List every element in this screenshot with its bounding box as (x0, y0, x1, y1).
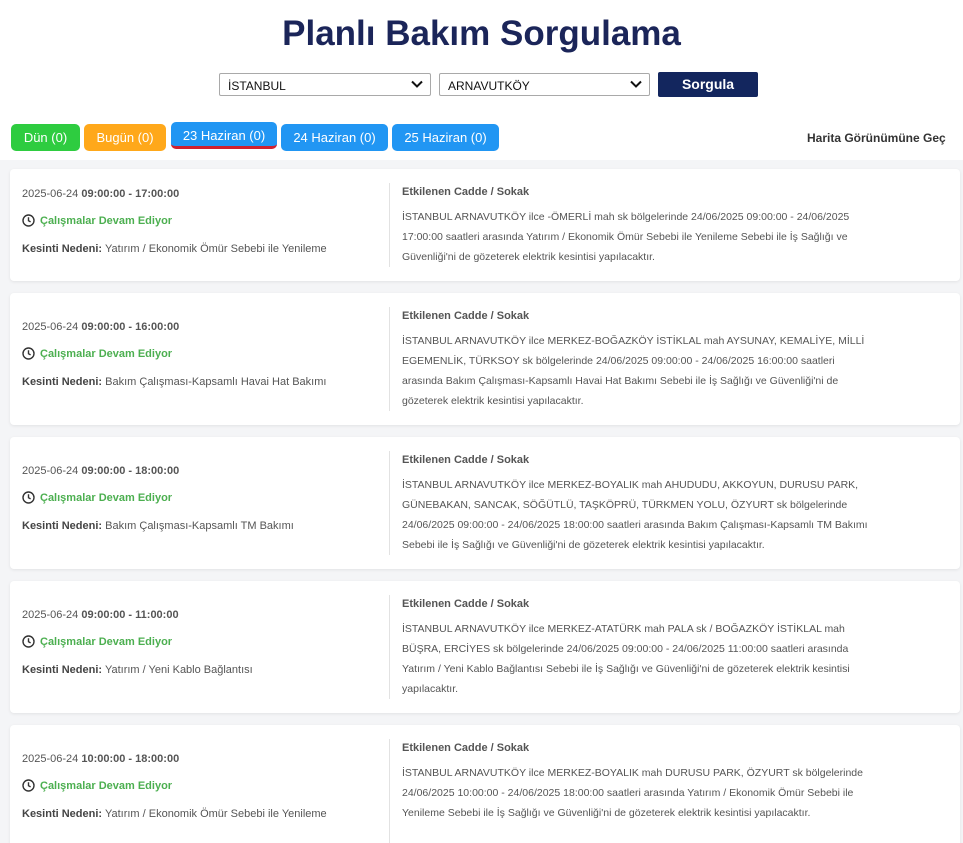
outage-datetime: 2025-06-24 09:00:00 - 18:00:00 (22, 465, 179, 477)
tab-today[interactable]: Bugün (0) (84, 124, 166, 151)
outage-time: 10:00:00 - 18:00:00 (81, 753, 180, 765)
affected-streets-title: Etkilenen Cadde / Sokak (402, 742, 530, 754)
reason-value: Yatırım / Ekonomik Ömür Sebebi ile Yenil… (104, 243, 327, 255)
reason-value: Bakım Çalışması-Kapsamlı Havai Hat Bakım… (105, 376, 327, 388)
reason-value: Yatırım / Ekonomik Ömür Sebebi ile Yenil… (104, 808, 327, 820)
page-title: Planlı Bakım Sorgulama (282, 14, 681, 53)
status-text: Çalışmalar Devam Ediyor (40, 347, 173, 360)
clock-icon (22, 214, 35, 227)
outage-datetime: 2025-06-24 09:00:00 - 17:00:00 (22, 188, 179, 200)
chevron-down-icon (411, 80, 423, 88)
outage-card: 2025-06-24 09:00:00 - 16:00:00 Çalışmala… (10, 293, 960, 425)
status-badge: Çalışmalar Devam Ediyor (22, 491, 172, 504)
card-divider (389, 451, 390, 555)
outage-time: 09:00:00 - 18:00:00 (81, 465, 180, 477)
outage-description: İSTANBUL ARNAVUTKÖY ilce MERKEZ-BOYALIK … (402, 479, 868, 551)
reason-label: Kesinti Nedeni: (22, 376, 103, 388)
reason-value: Yatırım / Yeni Kablo Bağlantısı (104, 664, 253, 676)
clock-icon (22, 779, 35, 792)
outage-time: 09:00:00 - 16:00:00 (81, 321, 180, 333)
outage-reason: Kesinti Nedeni: Yatırım / Ekonomik Ömür … (22, 243, 327, 255)
chevron-down-icon (630, 80, 642, 88)
clock-icon (22, 347, 35, 360)
status-text: Çalışmalar Devam Ediyor (40, 779, 173, 792)
outage-description: İSTANBUL ARNAVUTKÖY ilce MERKEZ-ATATÜRK … (402, 623, 850, 695)
status-text: Çalışmalar Devam Ediyor (40, 491, 173, 504)
city-select-value: İSTANBUL (228, 79, 286, 93)
tab-25-june[interactable]: 25 Haziran (0) (392, 124, 499, 151)
map-view-link[interactable]: Harita Görünümüne Geç (807, 131, 946, 145)
outage-date: 2025-06-24 (22, 465, 79, 477)
reason-label: Kesinti Nedeni: (22, 664, 103, 676)
outage-time: 09:00:00 - 17:00:00 (81, 188, 180, 200)
outage-date: 2025-06-24 (22, 753, 79, 765)
reason-value: Bakım Çalışması-Kapsamlı TM Bakımı (105, 520, 294, 532)
card-divider (389, 307, 390, 411)
outage-time: 09:00:00 - 11:00:00 (81, 609, 179, 621)
outage-description: İSTANBUL ARNAVUTKÖY ilce MERKEZ-BOYALIK … (402, 767, 863, 819)
card-divider (389, 595, 390, 699)
outage-description: İSTANBUL ARNAVUTKÖY ilce -ÖMERLİ mah sk … (402, 211, 850, 263)
affected-streets-title: Etkilenen Cadde / Sokak (402, 598, 530, 610)
status-badge: Çalışmalar Devam Ediyor (22, 779, 172, 792)
outage-date: 2025-06-24 (22, 188, 79, 200)
status-text: Çalışmalar Devam Ediyor (40, 635, 173, 648)
outage-reason: Kesinti Nedeni: Bakım Çalışması-Kapsamlı… (22, 376, 326, 388)
district-select[interactable]: ARNAVUTKÖY (439, 73, 650, 96)
affected-streets-title: Etkilenen Cadde / Sokak (402, 310, 530, 322)
status-badge: Çalışmalar Devam Ediyor (22, 347, 172, 360)
tab-23-june[interactable]: 23 Haziran (0) (171, 122, 277, 149)
outage-datetime: 2025-06-24 09:00:00 - 11:00:00 (22, 609, 179, 621)
outage-card: 2025-06-24 09:00:00 - 11:00:00 Çalışmala… (10, 581, 960, 713)
clock-icon (22, 635, 35, 648)
reason-label: Kesinti Nedeni: (22, 243, 103, 255)
affected-streets-title: Etkilenen Cadde / Sokak (402, 454, 530, 466)
city-select[interactable]: İSTANBUL (219, 73, 431, 96)
outage-reason: Kesinti Nedeni: Yatırım / Ekonomik Ömür … (22, 808, 327, 820)
tab-yesterday[interactable]: Dün (0) (11, 124, 80, 151)
outage-card: 2025-06-24 09:00:00 - 18:00:00 Çalışmala… (10, 437, 960, 569)
outage-date: 2025-06-24 (22, 609, 79, 621)
outage-description: İSTANBUL ARNAVUTKÖY ilce MERKEZ-BOĞAZKÖY… (402, 335, 865, 407)
outage-date: 2025-06-24 (22, 321, 79, 333)
outage-datetime: 2025-06-24 09:00:00 - 16:00:00 (22, 321, 179, 333)
tab-24-june[interactable]: 24 Haziran (0) (281, 124, 388, 151)
affected-streets-title: Etkilenen Cadde / Sokak (402, 186, 530, 198)
district-select-value: ARNAVUTKÖY (448, 79, 530, 93)
card-divider (389, 183, 390, 267)
search-button[interactable]: Sorgula (658, 72, 758, 97)
outage-card: 2025-06-24 10:00:00 - 18:00:00 Çalışmala… (10, 725, 960, 843)
outage-datetime: 2025-06-24 10:00:00 - 18:00:00 (22, 753, 179, 765)
outage-reason: Kesinti Nedeni: Yatırım / Yeni Kablo Bağ… (22, 664, 253, 676)
reason-label: Kesinti Nedeni: (22, 808, 103, 820)
status-badge: Çalışmalar Devam Ediyor (22, 214, 172, 227)
status-badge: Çalışmalar Devam Ediyor (22, 635, 172, 648)
status-text: Çalışmalar Devam Ediyor (40, 214, 173, 227)
outage-card: 2025-06-24 09:00:00 - 17:00:00 Çalışmala… (10, 169, 960, 281)
card-divider (389, 739, 390, 843)
reason-label: Kesinti Nedeni: (22, 520, 103, 532)
clock-icon (22, 491, 35, 504)
outage-reason: Kesinti Nedeni: Bakım Çalışması-Kapsamlı… (22, 520, 294, 532)
